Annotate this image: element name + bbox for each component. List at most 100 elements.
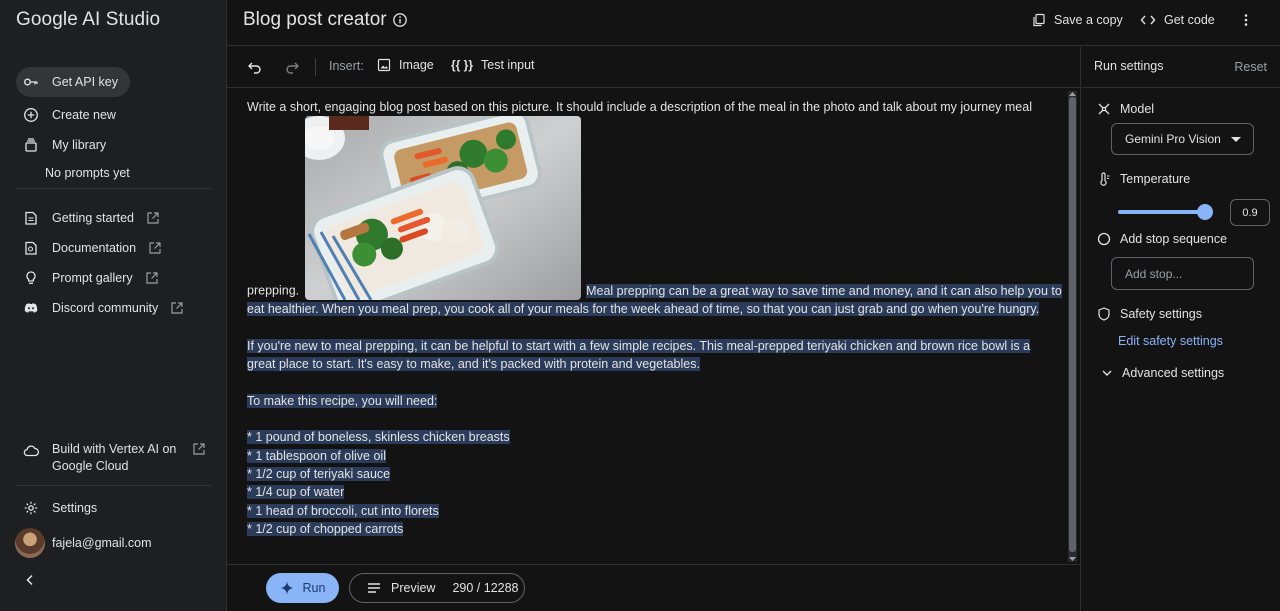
my-library-label: My library bbox=[52, 138, 107, 152]
settings-button[interactable]: Settings bbox=[16, 493, 97, 523]
stop-circle-icon bbox=[1097, 232, 1111, 246]
no-prompts-text: No prompts yet bbox=[45, 166, 130, 180]
copy-icon bbox=[1033, 13, 1045, 27]
image-label: Image bbox=[399, 58, 434, 72]
ingredient-item: * 1 pound of boneless, skinless chicken … bbox=[247, 430, 510, 445]
meal-prep-image[interactable] bbox=[304, 116, 581, 301]
external-link-icon bbox=[146, 211, 160, 225]
dropdown-caret-icon bbox=[1231, 137, 1241, 142]
run-settings-title: Run settings bbox=[1094, 59, 1164, 73]
braces-icon: {{ }} bbox=[451, 58, 474, 72]
temperature-slider-track[interactable] bbox=[1118, 210, 1204, 214]
get-code-button[interactable]: Get code bbox=[1140, 10, 1215, 30]
temperature-input[interactable]: 0.9 bbox=[1230, 199, 1270, 226]
prompt-gallery-label: Prompt gallery bbox=[52, 271, 133, 285]
more-vert-icon[interactable] bbox=[1238, 12, 1254, 28]
safety-settings-label: Safety settings bbox=[1097, 307, 1202, 321]
documentation-link[interactable]: Documentation bbox=[16, 233, 162, 263]
user-email: fajela@gmail.com bbox=[52, 536, 152, 550]
test-input-button[interactable]: {{ }} Test input bbox=[451, 58, 535, 72]
get-api-key-label: Get API key bbox=[52, 75, 119, 89]
editor-scrollbar[interactable] bbox=[1068, 91, 1077, 562]
response-paragraph-3: To make this recipe, you will need: bbox=[247, 393, 438, 408]
create-new-button[interactable]: Create new bbox=[16, 100, 116, 130]
model-value: Gemini Pro Vision bbox=[1125, 132, 1221, 146]
avatar[interactable] bbox=[15, 528, 45, 558]
preview-button[interactable]: Preview 290 / 12288 bbox=[349, 573, 525, 603]
scroll-down-icon[interactable] bbox=[1069, 556, 1076, 562]
redo-icon[interactable] bbox=[284, 59, 300, 75]
token-count: 290 / 12288 bbox=[452, 581, 519, 595]
app-brand[interactable]: Google AI Studio bbox=[16, 9, 160, 31]
insert-label: Insert: bbox=[329, 59, 364, 73]
model-label: Model bbox=[1097, 102, 1154, 116]
external-link-icon bbox=[192, 442, 206, 456]
scrollbar-thumb[interactable] bbox=[1069, 97, 1076, 552]
thermometer-icon bbox=[1100, 172, 1110, 186]
my-library-button[interactable]: My library bbox=[16, 130, 106, 160]
ingredient-item: * 1/2 cup of chopped carrots bbox=[247, 521, 404, 536]
run-settings-header: Run settings Reset bbox=[1081, 47, 1280, 88]
temperature-label: Temperature bbox=[1097, 172, 1190, 186]
toolbar-divider bbox=[315, 58, 316, 76]
temperature-slider-thumb[interactable] bbox=[1197, 204, 1213, 220]
insert-image-button[interactable]: Image bbox=[377, 58, 434, 72]
sidebar-divider bbox=[16, 188, 211, 189]
edit-safety-link[interactable]: Edit safety settings bbox=[1118, 334, 1223, 348]
external-link-icon bbox=[148, 241, 162, 255]
add-circle-icon bbox=[23, 107, 39, 123]
test-input-label: Test input bbox=[481, 58, 535, 72]
ingredient-item: * 1/4 cup of water bbox=[247, 485, 345, 500]
sidebar-divider bbox=[16, 485, 211, 486]
vertex-ai-label: Build with Vertex AI on Google Cloud bbox=[52, 442, 177, 473]
cloud-icon bbox=[23, 443, 40, 459]
page-title[interactable]: Blog post creator bbox=[243, 9, 387, 31]
run-settings-panel: Run settings Reset Model Gemini Pro Visi… bbox=[1080, 47, 1280, 611]
prompt-gallery-link[interactable]: Prompt gallery bbox=[16, 263, 159, 293]
document-icon bbox=[23, 210, 39, 226]
undo-icon[interactable] bbox=[247, 59, 263, 75]
save-copy-label: Save a copy bbox=[1054, 13, 1123, 27]
document-search-icon bbox=[23, 240, 39, 256]
ingredient-item: * 1 tablespoon of olive oil bbox=[247, 448, 386, 463]
gear-icon bbox=[23, 500, 39, 516]
preview-label: Preview bbox=[391, 581, 436, 595]
advanced-settings-toggle[interactable]: Advanced settings bbox=[1101, 366, 1224, 380]
top-header: Blog post creator Save a copy Get code bbox=[227, 0, 1280, 46]
key-icon bbox=[23, 74, 39, 90]
editor-content[interactable]: Write a short, engaging blog post based … bbox=[247, 98, 1062, 538]
discord-label: Discord community bbox=[52, 301, 159, 315]
getting-started-link[interactable]: Getting started bbox=[16, 203, 160, 233]
lightbulb-icon bbox=[23, 270, 39, 286]
getting-started-label: Getting started bbox=[52, 211, 134, 225]
stop-sequence-input[interactable]: Add stop... bbox=[1111, 257, 1254, 290]
run-label: Run bbox=[302, 581, 326, 595]
code-icon bbox=[1140, 15, 1156, 25]
model-dropdown[interactable]: Gemini Pro Vision bbox=[1111, 123, 1254, 155]
run-button[interactable]: Run bbox=[266, 573, 339, 603]
ingredient-item: * 1 head of broccoli, cut into florets bbox=[247, 503, 439, 518]
menu-lines-icon bbox=[368, 583, 380, 593]
shield-icon bbox=[1098, 307, 1110, 321]
discord-community-link[interactable]: Discord community bbox=[16, 293, 184, 323]
reset-button[interactable]: Reset bbox=[1234, 60, 1267, 74]
chevron-left-icon[interactable] bbox=[22, 572, 38, 588]
ingredient-item: * 1/2 cup of teriyaki sauce bbox=[247, 466, 391, 481]
chevron-down-icon bbox=[1102, 370, 1112, 376]
settings-label: Settings bbox=[52, 501, 98, 515]
bottom-action-bar: Run Preview 290 / 12288 bbox=[227, 564, 1080, 611]
model-icon bbox=[1098, 103, 1110, 115]
sparkle-icon bbox=[280, 581, 294, 595]
prompt-editor[interactable]: Write a short, engaging blog post based … bbox=[227, 89, 1080, 564]
external-link-icon bbox=[145, 271, 159, 285]
get-code-label: Get code bbox=[1164, 13, 1215, 27]
image-icon bbox=[377, 58, 391, 72]
library-icon bbox=[23, 137, 39, 153]
vertex-ai-link[interactable]: Build with Vertex AI on Google Cloud bbox=[16, 441, 211, 475]
response-paragraph-2: If you're new to meal prepping, it can b… bbox=[247, 338, 1031, 372]
create-new-label: Create new bbox=[52, 108, 116, 122]
get-api-key-button[interactable]: Get API key bbox=[16, 67, 131, 97]
save-copy-button[interactable]: Save a copy bbox=[1032, 10, 1123, 30]
info-icon[interactable] bbox=[392, 12, 408, 28]
editor-toolbar: Insert: Image {{ }} Test input bbox=[227, 47, 1080, 88]
